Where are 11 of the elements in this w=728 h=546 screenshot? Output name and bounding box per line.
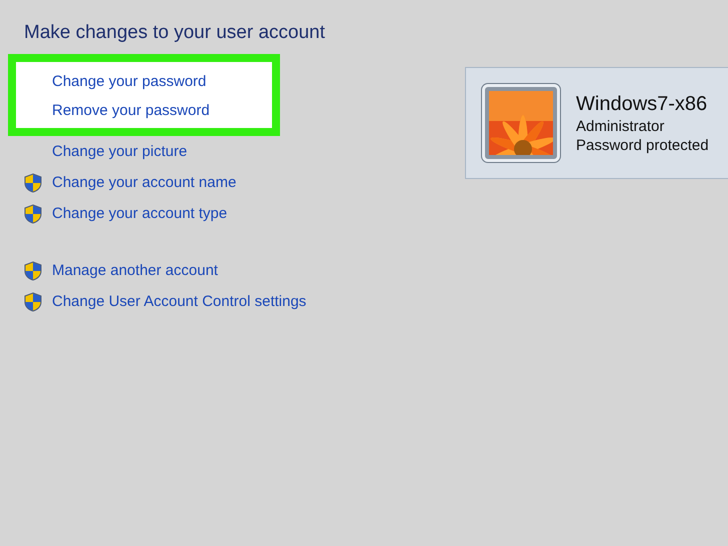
link[interactable]: Manage another account bbox=[52, 262, 218, 279]
account-name: Windows7-x86 bbox=[576, 92, 708, 116]
page-heading: Make changes to your user account bbox=[24, 22, 326, 44]
link[interactable]: Change your password bbox=[52, 69, 206, 94]
account-role: Administrator bbox=[576, 118, 666, 134]
link[interactable]: Change your picture bbox=[52, 143, 188, 160]
link[interactable]: Change User Account Control settings bbox=[52, 293, 306, 310]
link[interactable]: Remove your password bbox=[52, 98, 210, 123]
link[interactable]: Change your account type bbox=[52, 205, 228, 222]
account-status: Password protected bbox=[576, 136, 709, 154]
link[interactable]: Change your account name bbox=[52, 174, 236, 191]
